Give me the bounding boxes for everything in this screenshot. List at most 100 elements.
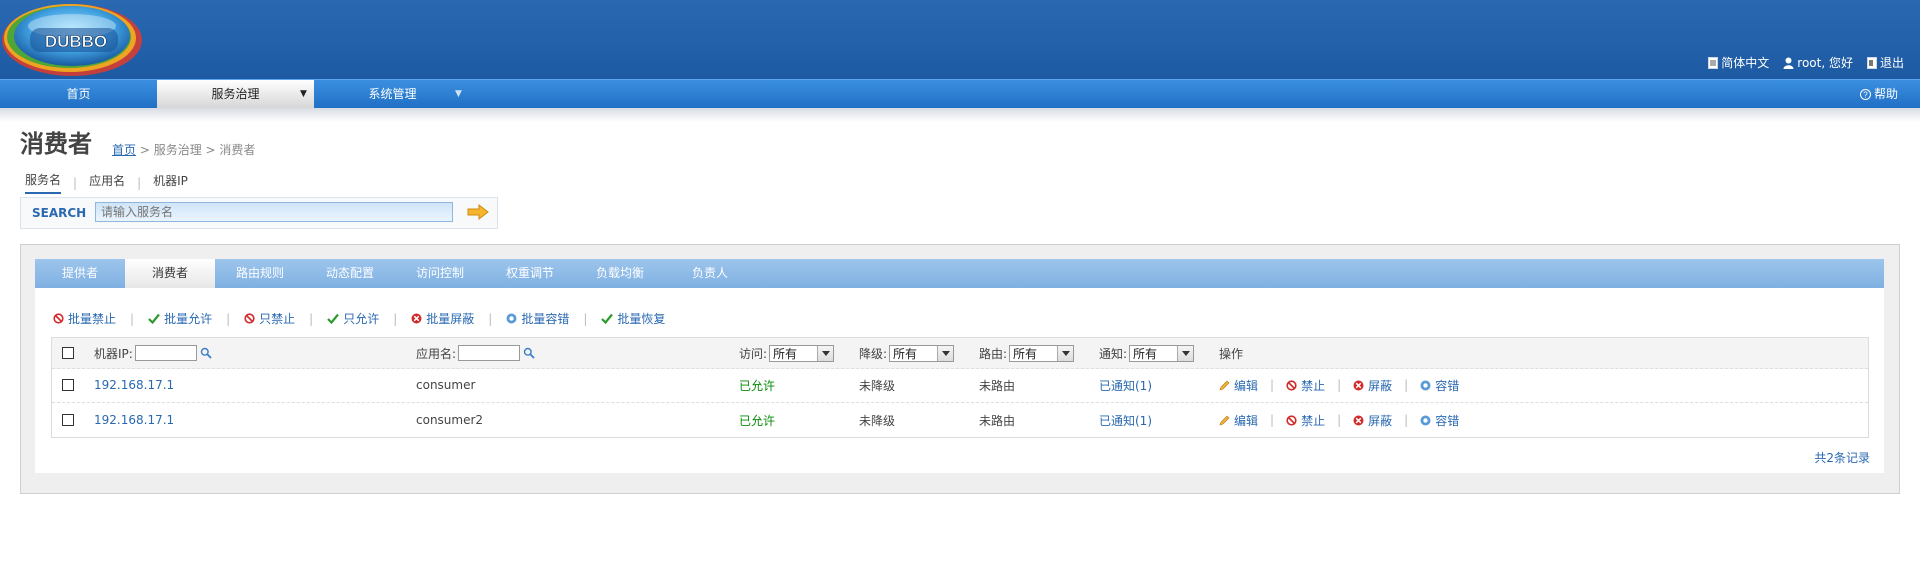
nav-item-service-governance[interactable]: 服务治理 ▼	[157, 80, 314, 109]
block-button[interactable]: 屏蔽	[1353, 377, 1392, 394]
search-tab-app-name[interactable]: 应用名	[89, 172, 125, 193]
batch-action-label: 只禁止	[259, 312, 296, 326]
batch-allow-button[interactable]: 批量允许	[148, 310, 212, 327]
select-all-checkbox-cell	[62, 338, 74, 368]
separator: |	[1270, 378, 1275, 392]
search-icon[interactable]	[200, 347, 212, 359]
user-info: root, 您好	[1783, 54, 1853, 71]
access-filter-select[interactable]: 所有	[769, 344, 835, 362]
separator: |	[226, 311, 231, 326]
op-label: 编辑	[1234, 378, 1259, 393]
tab-load-balance[interactable]: 负载均衡	[575, 259, 665, 288]
fault-tolerant-icon	[1420, 415, 1431, 425]
block-button[interactable]: 屏蔽	[1353, 412, 1392, 429]
logout-label: 退出	[1879, 56, 1904, 70]
row-app-name: consumer2	[416, 413, 484, 427]
header-degrade-label: 降级:	[859, 346, 888, 361]
batch-action-label: 批量允许	[164, 312, 213, 326]
select-all-checkbox[interactable]	[62, 347, 74, 359]
check-icon	[148, 313, 160, 324]
check-icon	[327, 313, 340, 324]
row-route-status: 未路由	[979, 378, 1016, 393]
language-link[interactable]: 简体中文	[1708, 54, 1769, 71]
pencil-icon	[1219, 415, 1230, 425]
row-notify-link[interactable]: 已通知(1)	[1099, 412, 1152, 429]
help-label: 帮助	[1873, 87, 1898, 101]
ip-filter-input[interactable]	[134, 345, 197, 361]
consumers-table: 机器IP: 应用名: 访问: 所有 降级: 所有 路由: 所有 通知: 所有 操…	[51, 337, 1869, 438]
content-panel: 提供者 消费者 路由规则 动态配置 访问控制 权重调节 负载均衡 负责人 批量禁…	[20, 244, 1900, 494]
separator: |	[1404, 413, 1409, 427]
row-app-name: consumer	[416, 378, 476, 392]
row-degrade-status: 未降级	[859, 413, 896, 428]
search-tab-machine-ip[interactable]: 机器IP	[153, 172, 188, 193]
edit-button[interactable]: 编辑	[1219, 377, 1258, 394]
row-notify-link[interactable]: 已通知(1)	[1099, 377, 1152, 394]
nav-label: 服务治理	[211, 87, 260, 101]
op-label: 禁止	[1301, 413, 1326, 428]
tab-dynamic-config[interactable]: 动态配置	[305, 259, 395, 288]
route-filter-select[interactable]: 所有	[1009, 344, 1075, 362]
forbid-button[interactable]: 禁止	[1286, 377, 1325, 394]
header-route-label: 路由:	[979, 346, 1008, 361]
tab-access-control[interactable]: 访问控制	[395, 259, 485, 288]
search-tab-service-name[interactable]: 服务名	[25, 171, 62, 194]
header-app-label: 应用名:	[416, 346, 457, 361]
nav-item-home[interactable]: 首页	[0, 80, 157, 109]
header-ip: 机器IP:	[94, 338, 212, 368]
nav-item-system-management[interactable]: 系统管理	[314, 80, 471, 109]
nav-label: 首页	[66, 87, 91, 101]
separator: |	[73, 175, 78, 190]
chevron-down-icon	[937, 345, 954, 361]
edit-button[interactable]: 编辑	[1219, 412, 1258, 429]
tab-consumers[interactable]: 消费者	[125, 259, 215, 288]
app-filter-input[interactable]	[458, 345, 521, 361]
tab-weight-adjust[interactable]: 权重调节	[485, 259, 575, 288]
select-value: 所有	[893, 346, 918, 361]
search-icon[interactable]	[523, 347, 535, 359]
separator: |	[393, 311, 398, 326]
table-row: 192.168.17.1 consumer 已允许 未降级 未路由 已通知(1)…	[52, 368, 1868, 403]
row-checkbox[interactable]	[62, 414, 74, 426]
fault-tolerant-icon	[1420, 380, 1431, 390]
batch-fault-tolerant-button[interactable]: 批量容错	[506, 310, 569, 327]
nav-shadow	[0, 108, 1920, 122]
chevron-down-icon	[817, 345, 834, 361]
batch-forbid-button[interactable]: 批量禁止	[53, 310, 116, 327]
degrade-filter-select[interactable]: 所有	[889, 344, 955, 362]
batch-restore-button[interactable]: 批量恢复	[601, 310, 665, 327]
search-input[interactable]	[95, 202, 453, 222]
row-ip-link[interactable]: 192.168.17.1	[94, 378, 174, 392]
op-label: 容错	[1435, 378, 1460, 393]
tab-owners[interactable]: 负责人	[665, 259, 755, 288]
table-header-row: 机器IP: 应用名: 访问: 所有 降级: 所有 路由: 所有 通知: 所有 操…	[52, 338, 1868, 369]
arrow-right-icon[interactable]	[467, 204, 489, 220]
tab-routing-rules[interactable]: 路由规则	[215, 259, 305, 288]
forbid-button[interactable]: 禁止	[1286, 412, 1325, 429]
header-access-label: 访问:	[739, 346, 768, 361]
op-label: 屏蔽	[1368, 413, 1393, 428]
breadcrumb-home[interactable]: 首页	[112, 143, 136, 157]
logout-link[interactable]: 退出	[1866, 54, 1904, 71]
fault-tolerant-button[interactable]: 容错	[1420, 377, 1459, 394]
allow-only-button[interactable]: 只允许	[327, 310, 379, 327]
separator: |	[1270, 413, 1275, 427]
row-ip-link[interactable]: 192.168.17.1	[94, 413, 174, 427]
select-value: 所有	[773, 346, 798, 361]
search-type-tabs: 服务名 | 应用名 | 机器IP	[25, 171, 188, 194]
op-label: 禁止	[1301, 378, 1326, 393]
tab-providers[interactable]: 提供者	[35, 259, 125, 288]
block-icon	[1353, 415, 1364, 425]
forbid-only-button[interactable]: 只禁止	[244, 310, 295, 327]
top-links: 简体中文 root, 您好 退出	[1708, 54, 1904, 71]
header-app: 应用名:	[416, 338, 535, 368]
fault-tolerant-button[interactable]: 容错	[1420, 412, 1459, 429]
row-route-status: 未路由	[979, 413, 1016, 428]
help-link[interactable]: ? 帮助	[1859, 80, 1898, 109]
app-header: DUBBO 简体中文 root, 您好 退出	[0, 0, 1920, 79]
row-checkbox[interactable]	[62, 379, 74, 391]
batch-action-label: 批量容错	[521, 312, 570, 326]
batch-block-button[interactable]: 批量屏蔽	[411, 310, 474, 327]
dubbo-logo[interactable]: DUBBO	[0, 0, 150, 79]
notify-filter-select[interactable]: 所有	[1129, 344, 1195, 362]
